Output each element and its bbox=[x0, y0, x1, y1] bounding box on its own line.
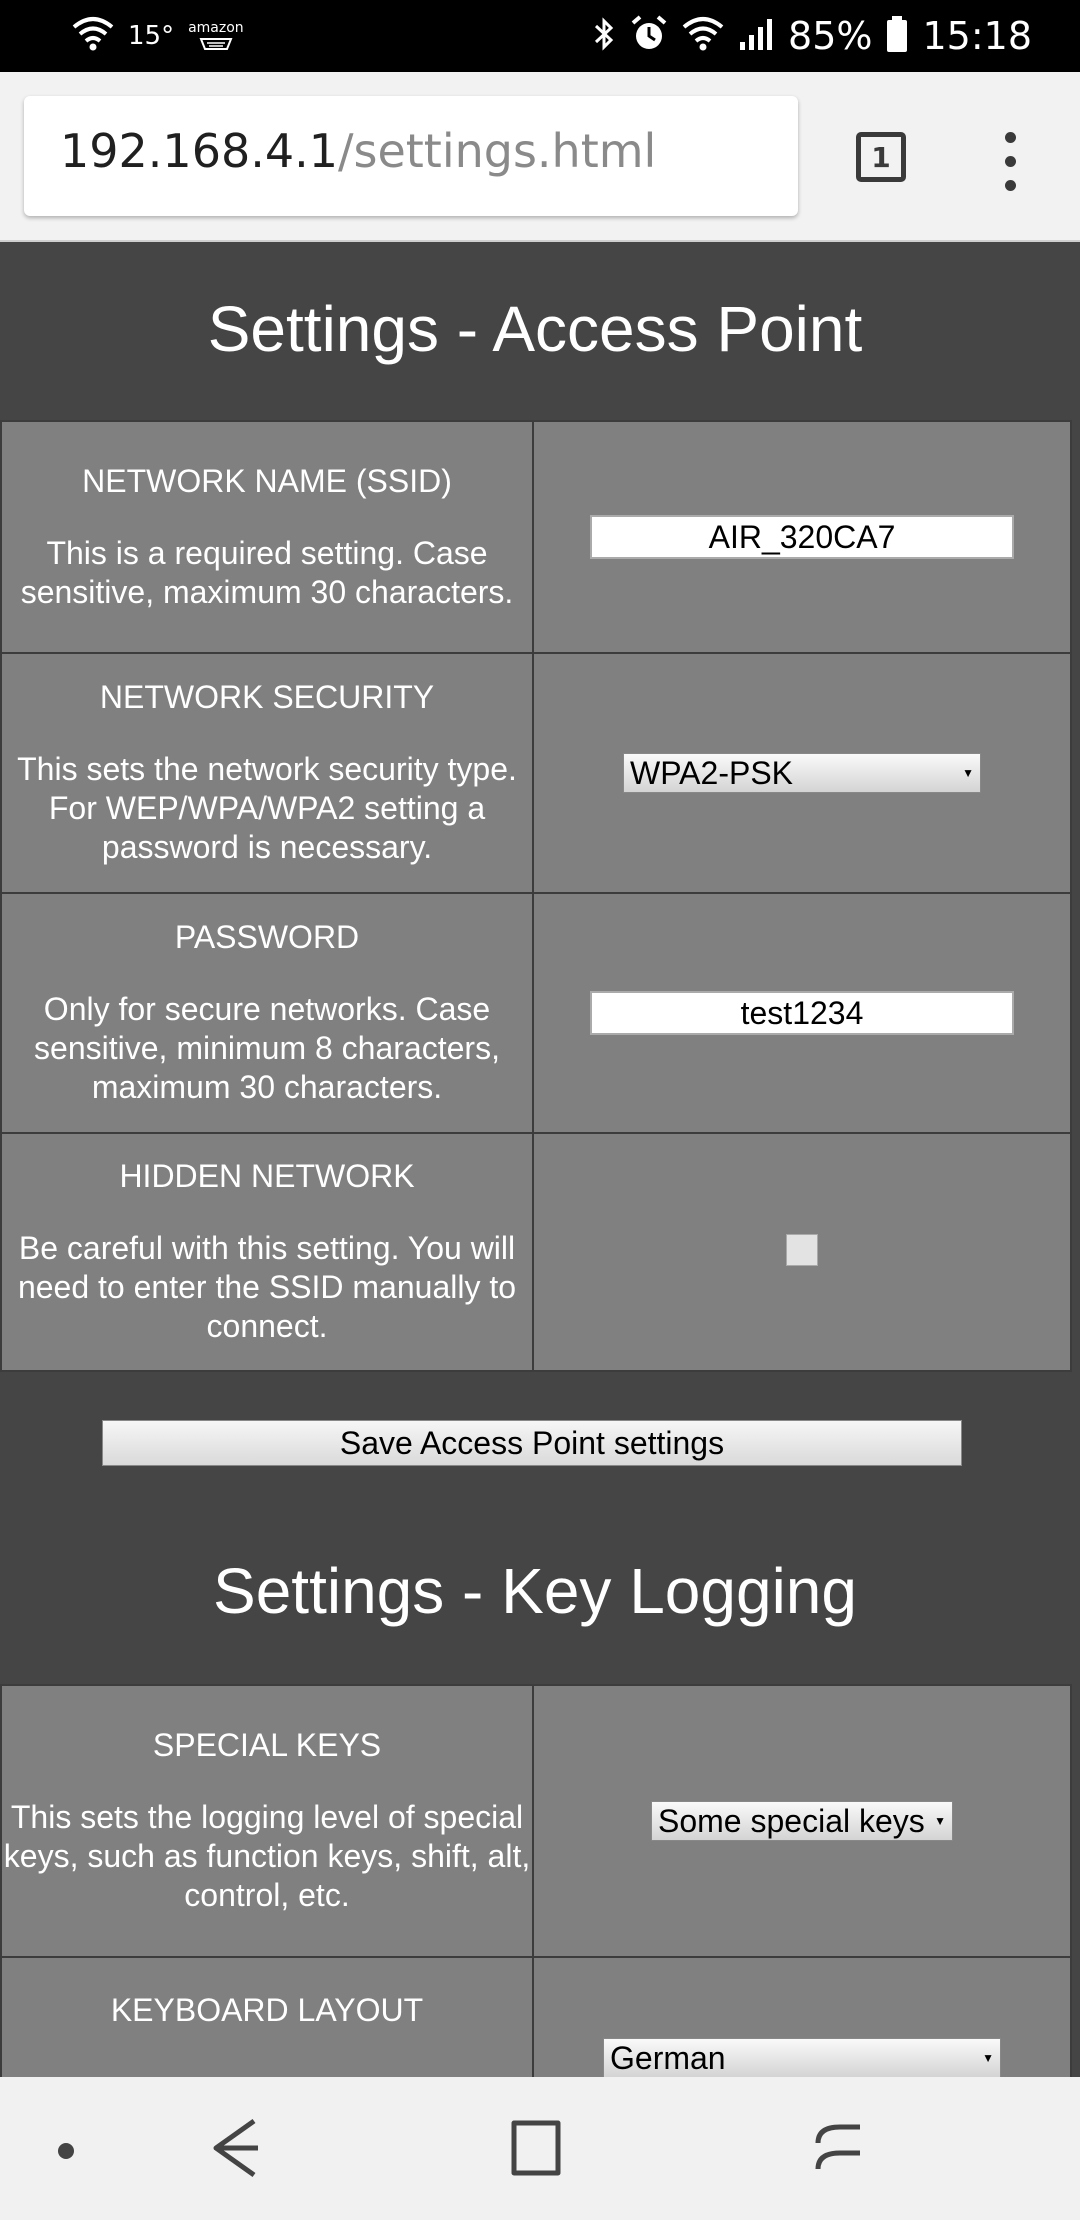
password-description: PASSWORD Only for secure networks. Case … bbox=[0, 892, 534, 1134]
password-label: PASSWORD bbox=[174, 919, 360, 955]
special-keys-control: Some special keys ▼ bbox=[532, 1684, 1072, 1958]
special-keys-help: This sets the logging level of special k… bbox=[3, 1799, 531, 1913]
amazon-label: amazon bbox=[188, 20, 244, 36]
special-keys-select[interactable]: Some special keys ▼ bbox=[651, 1801, 953, 1841]
special-keys-label: SPECIAL KEYS bbox=[152, 1727, 382, 1763]
temperature: 15° bbox=[128, 21, 175, 51]
ssid-label: NETWORK NAME (SSID) bbox=[82, 462, 452, 499]
keyboard-layout-description: KEYBOARD LAYOUT bbox=[0, 1956, 534, 2077]
password-input[interactable] bbox=[590, 991, 1014, 1035]
security-label: NETWORK SECURITY bbox=[99, 679, 435, 715]
hidden-network-control bbox=[532, 1132, 1072, 1372]
access-point-title: Settings - Access Point bbox=[207, 293, 863, 365]
password-control bbox=[532, 892, 1072, 1134]
keyboard-layout-label: KEYBOARD LAYOUT bbox=[110, 1992, 424, 2028]
security-description: NETWORK SECURITY This sets the network s… bbox=[0, 652, 534, 894]
nav-indicator-icon bbox=[58, 2143, 74, 2159]
security-row: NETWORK SECURITY This sets the network s… bbox=[0, 652, 1072, 894]
save-access-point-button[interactable]: Save Access Point settings bbox=[102, 1420, 962, 1466]
access-point-settings-table: NETWORK NAME (SSID) This is a required s… bbox=[0, 420, 1072, 1372]
security-control: WPA2-PSK ▼ bbox=[532, 652, 1072, 894]
back-icon[interactable] bbox=[206, 2113, 266, 2188]
status-bar: 15° amazon 85% 15:18 bbox=[0, 0, 1080, 72]
wifi-signal-icon bbox=[682, 15, 724, 58]
browser-toolbar: 192.168.4.1/settings.html 1 bbox=[0, 72, 1080, 242]
key-logging-title: Settings - Key Logging bbox=[213, 1555, 857, 1627]
status-right: 85% 15:18 bbox=[592, 12, 1032, 60]
password-help: Only for secure networks. Case sensitive… bbox=[34, 991, 500, 1105]
wifi-icon bbox=[72, 15, 114, 58]
special-keys-row: SPECIAL KEYS This sets the logging level… bbox=[0, 1684, 1072, 1958]
ssid-control bbox=[532, 420, 1072, 654]
url-text[interactable]: 192.168.4.1/settings.html bbox=[60, 124, 656, 178]
tabs-icon[interactable]: 1 bbox=[856, 132, 906, 182]
hidden-network-checkbox[interactable] bbox=[786, 1233, 818, 1266]
keyboard-layout-select-value: German bbox=[610, 2040, 726, 2076]
dropdown-arrow-icon: ▼ bbox=[934, 1814, 946, 1828]
ssid-input[interactable] bbox=[590, 515, 1014, 559]
clock: 15:18 bbox=[922, 14, 1032, 58]
security-help: This sets the network security type. For… bbox=[17, 751, 517, 865]
bluetooth-icon bbox=[592, 16, 616, 57]
special-keys-select-value: Some special keys bbox=[658, 1803, 925, 1839]
keyboard-layout-row: KEYBOARD LAYOUT German ▼ bbox=[0, 1956, 1072, 2077]
signal-icon bbox=[738, 16, 774, 57]
navigation-bar bbox=[0, 2077, 1080, 2220]
key-logging-settings-table: SPECIAL KEYS This sets the logging level… bbox=[0, 1684, 1072, 2077]
hidden-network-help: Be careful with this setting. You will n… bbox=[17, 1230, 517, 1344]
amazon-icon: amazon bbox=[188, 21, 244, 51]
alarm-icon bbox=[630, 14, 668, 58]
ssid-description: NETWORK NAME (SSID) This is a required s… bbox=[0, 420, 534, 654]
home-icon[interactable] bbox=[508, 2113, 568, 2188]
recents-icon[interactable] bbox=[810, 2113, 870, 2188]
ssid-help: This is a required setting. Case sensiti… bbox=[20, 534, 514, 610]
page-content: Settings - Access Point NETWORK NAME (SS… bbox=[0, 242, 1080, 2077]
url-path: /settings.html bbox=[338, 124, 657, 178]
keyboard-layout-select[interactable]: German ▼ bbox=[603, 2038, 1001, 2077]
url-host: 192.168.4.1 bbox=[60, 124, 338, 178]
ssid-row: NETWORK NAME (SSID) This is a required s… bbox=[0, 420, 1072, 654]
keyboard-layout-control: German ▼ bbox=[532, 1956, 1072, 2077]
battery-percent: 85% bbox=[788, 14, 873, 58]
hidden-network-row: HIDDEN NETWORK Be careful with this sett… bbox=[0, 1132, 1072, 1372]
tab-count: 1 bbox=[871, 140, 891, 174]
dropdown-arrow-icon: ▼ bbox=[962, 766, 974, 780]
password-row: PASSWORD Only for secure networks. Case … bbox=[0, 892, 1072, 1134]
security-select-value: WPA2-PSK bbox=[630, 755, 793, 791]
hidden-network-label: HIDDEN NETWORK bbox=[119, 1158, 415, 1194]
dropdown-arrow-icon: ▼ bbox=[982, 2051, 994, 2065]
security-select[interactable]: WPA2-PSK ▼ bbox=[623, 753, 981, 793]
battery-icon bbox=[886, 15, 908, 58]
address-bar[interactable]: 192.168.4.1/settings.html bbox=[24, 96, 798, 216]
more-menu-icon[interactable] bbox=[990, 132, 1030, 192]
special-keys-description: SPECIAL KEYS This sets the logging level… bbox=[0, 1684, 534, 1958]
status-left: 15° amazon bbox=[72, 12, 244, 60]
hidden-network-description: HIDDEN NETWORK Be careful with this sett… bbox=[0, 1132, 534, 1372]
